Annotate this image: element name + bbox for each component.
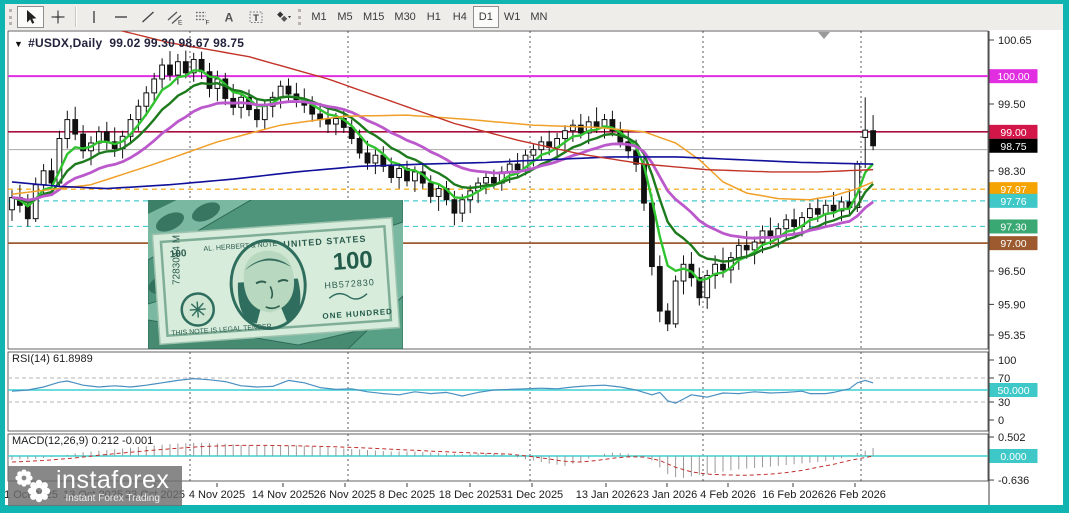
text-icon: A xyxy=(221,9,237,25)
svg-text:100: 100 xyxy=(332,246,374,276)
instaforex-logo-icon xyxy=(14,468,52,504)
date-tick-label: 4 Nov 2025 xyxy=(189,489,245,501)
text-label-tool-button[interactable]: T xyxy=(242,6,269,28)
date-tick-label: 18 Dec 2025 xyxy=(439,489,501,501)
svg-text:F: F xyxy=(205,20,209,26)
fibonacci-icon: F xyxy=(194,9,210,25)
axis-tick-label: 100 xyxy=(998,355,1016,367)
timeframe-button-w1[interactable]: W1 xyxy=(499,6,526,28)
horizontal-line-icon xyxy=(113,9,129,25)
fibonacci-tool-button[interactable]: F xyxy=(188,6,215,28)
price-badge-label: 98.75 xyxy=(1000,141,1026,153)
toolbar-grip[interactable] xyxy=(298,9,301,25)
axis-tick-label: 100.65 xyxy=(998,35,1032,47)
timeframe-button-m30[interactable]: M30 xyxy=(389,6,420,28)
instaforex-tagline: Instant Forex Trading xyxy=(56,494,169,504)
text-label-icon: T xyxy=(248,9,264,25)
timeframe-button-h4[interactable]: H4 xyxy=(447,6,473,28)
date-tick-label: 14 Nov 2025 xyxy=(252,489,314,501)
price-badge-label: 97.76 xyxy=(1000,196,1026,208)
axis-tick-label: 30 xyxy=(998,397,1010,409)
instaforex-watermark: instaforex Instant Forex Trading xyxy=(8,466,182,506)
text-tool-button[interactable]: A xyxy=(215,6,242,28)
date-tick-label: 23 Jan 2026 xyxy=(637,489,698,501)
axis-tick-label: 0 xyxy=(998,415,1004,427)
timeframe-button-d1[interactable]: D1 xyxy=(473,6,499,28)
rsi-panel xyxy=(8,352,988,431)
price-badge-label: 97.30 xyxy=(1000,221,1026,233)
price-badge-label: 97.00 xyxy=(1000,238,1026,250)
vertical-line-icon xyxy=(86,9,102,25)
instaforex-brand: instaforex xyxy=(56,468,169,493)
date-tick-label: 31 Dec 2025 xyxy=(501,489,563,501)
timeframe-button-mn[interactable]: MN xyxy=(525,6,552,28)
timeframe-button-h1[interactable]: H1 xyxy=(421,6,447,28)
date-tick-label: 16 Feb 2026 xyxy=(762,489,824,501)
axis-tick-label: 0.502 xyxy=(998,432,1026,444)
crosshair-icon xyxy=(50,9,66,25)
date-tick-label: 26 Nov 2025 xyxy=(314,489,376,501)
equidistant-channel-tool-button[interactable]: E xyxy=(161,6,188,28)
horizontal-line-tool-button[interactable] xyxy=(107,6,134,28)
trendline-icon xyxy=(140,9,156,25)
toolbar-separator xyxy=(75,7,76,27)
price-badge-label: 50.000 xyxy=(997,385,1029,397)
svg-text:A: A xyxy=(224,11,233,25)
trendline-tool-button[interactable] xyxy=(134,6,161,28)
cursor-tool-button[interactable] xyxy=(17,6,44,28)
date-tick-label: 8 Dec 2025 xyxy=(379,489,435,501)
equidistant-channel-icon: E xyxy=(167,9,183,25)
svg-text:7283044 M: 7283044 M xyxy=(172,235,183,285)
crosshair-tool-button[interactable] xyxy=(44,6,71,28)
arrows-icon xyxy=(275,9,291,25)
price-badge-label: 99.00 xyxy=(1000,127,1026,139)
date-tick-label: 4 Feb 2026 xyxy=(700,489,756,501)
axis-tick-label: 95.35 xyxy=(998,330,1026,342)
axis-tick-label: 98.30 xyxy=(998,166,1026,178)
price-badge-label: 0.000 xyxy=(1000,451,1026,463)
terminal-window: E F A T M1M5M15M30H1H4D1W1MN 100.65 99.50 98.… xyxy=(0,0,1069,513)
date-tick-label: 26 Feb 2026 xyxy=(824,489,886,501)
arrows-tool-button[interactable] xyxy=(269,6,296,28)
date-tick-label: 13 Jan 2026 xyxy=(576,489,637,501)
cursor-icon xyxy=(23,9,39,25)
axis-tick-label: 95.90 xyxy=(998,299,1026,311)
axis-tick-label: 96.50 xyxy=(998,266,1026,278)
svg-text:E: E xyxy=(178,20,183,26)
timeframe-button-m5[interactable]: M5 xyxy=(332,6,358,28)
svg-text:T: T xyxy=(253,13,259,24)
price-badge-label: 100.00 xyxy=(997,71,1029,83)
axis-tick-label: 99.50 xyxy=(998,99,1026,111)
dollar-bill-image: 100 UNITED STATES 100 HB572830 ONE HUNDR… xyxy=(148,200,403,349)
timeframe-button-m15[interactable]: M15 xyxy=(358,6,389,28)
toolbar-grip[interactable] xyxy=(9,9,12,25)
timeframe-button-m1[interactable]: M1 xyxy=(306,6,332,28)
vertical-line-tool-button[interactable] xyxy=(80,6,107,28)
toolbar: E F A T M1M5M15M30H1H4D1W1MN xyxy=(5,4,1063,30)
axis-tick-label: -0.636 xyxy=(998,475,1029,487)
